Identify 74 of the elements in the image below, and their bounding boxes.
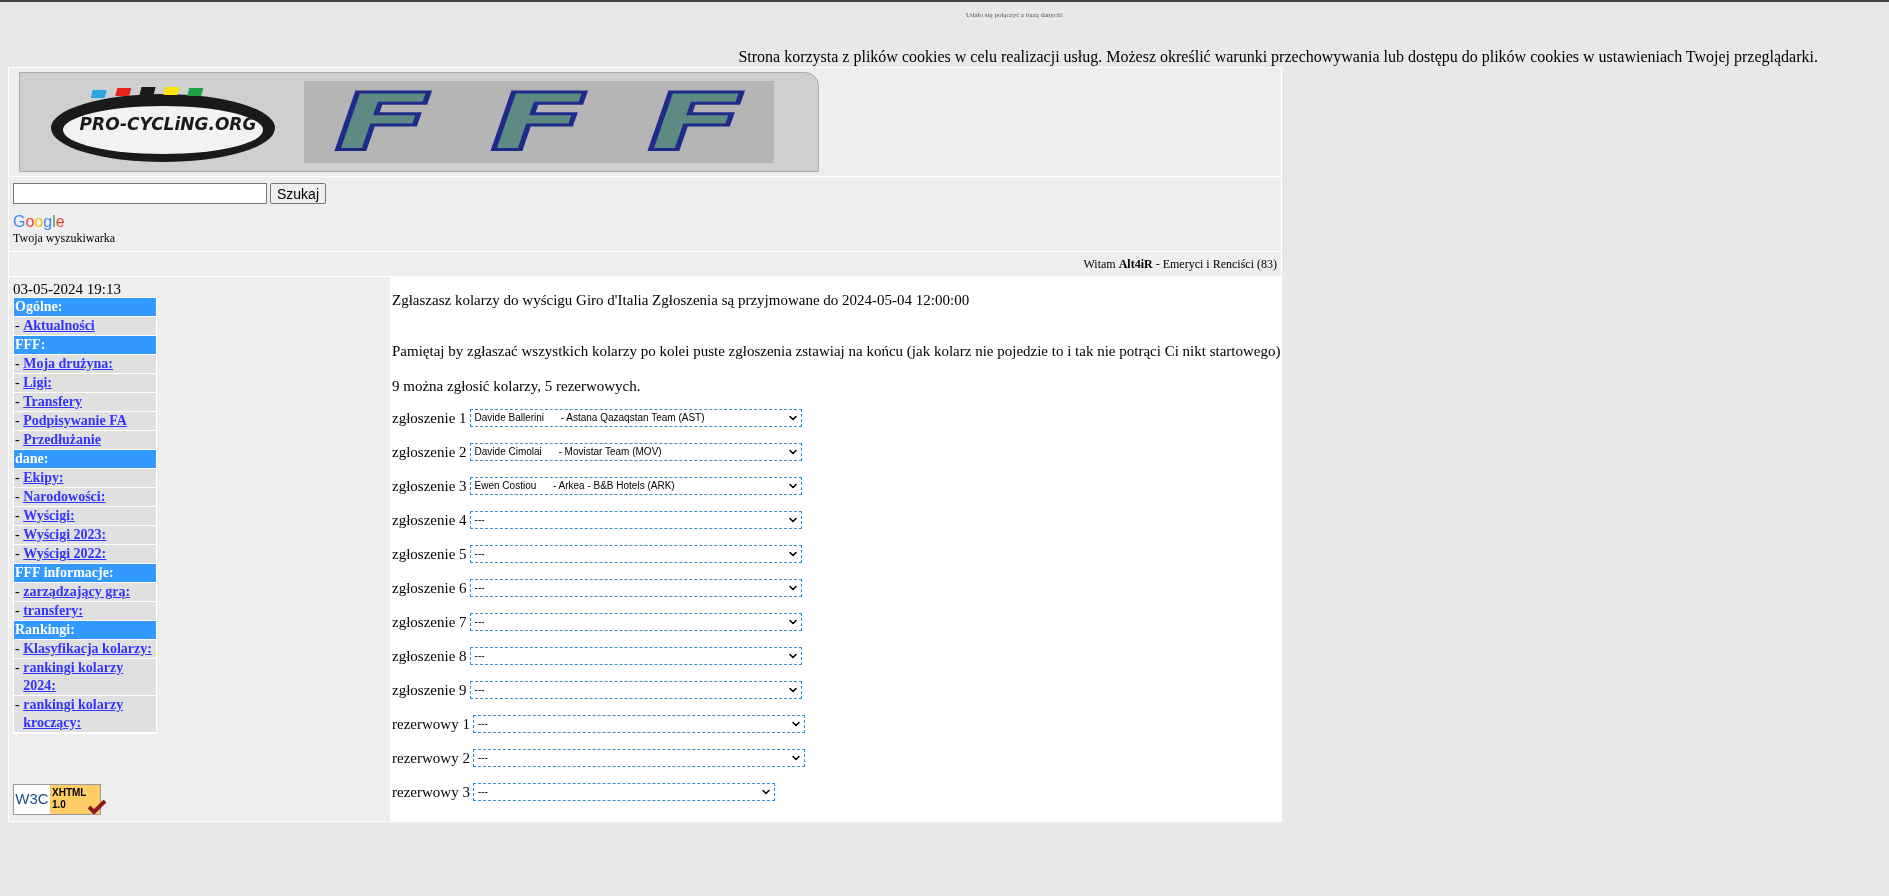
rider-dropdown[interactable]: --- [472, 748, 805, 767]
entry-label: zgłoszenie 1 [392, 408, 467, 427]
menu-bullet: - [15, 354, 21, 373]
entry-label: zgłoszenie 3 [392, 476, 467, 495]
menu-link[interactable]: Ekipy: [23, 468, 64, 487]
menu-bullet: - [15, 392, 21, 411]
rider-dropdown[interactable]: --- [472, 714, 805, 733]
menu-link[interactable]: zarządzający grą: [23, 582, 131, 601]
rider-dropdown[interactable]: --- [469, 578, 802, 597]
entry-label: rezerwowy 3 [392, 782, 470, 801]
menu-bullet: - [15, 468, 21, 487]
date-time: 03-05-2024 19:13 [13, 280, 122, 297]
menu-bullet: - [15, 525, 21, 544]
menu-link[interactable]: Narodowości: [23, 487, 106, 506]
rider-dropdown[interactable]: --- [469, 646, 802, 665]
check-icon [88, 799, 106, 814]
menu-link[interactable]: Aktualności [23, 316, 95, 335]
version-text: 1.0 [52, 799, 67, 811]
menu-link[interactable]: Transfery [23, 392, 82, 411]
intro-text: Zgłaszasz kolarzy do wyścigu Giro d'Italia Zgłoszenia są przyjmowane do 2024-05-04 12:00:00 [392, 290, 971, 309]
search-button[interactable]: Szukaj [270, 182, 327, 204]
rider-dropdown[interactable]: Ewen Costiou - Arkea - B&B Hotels (ARK) [469, 476, 802, 495]
menu-link[interactable]: Wyścigi 2023: [23, 525, 107, 544]
rider-dropdown[interactable]: --- [469, 510, 802, 529]
entry-label: zgłoszenie 5 [392, 544, 467, 563]
menu-bullet: - [15, 695, 21, 714]
standard-text: XHTML [52, 787, 88, 799]
welcome-text: Witam Alt4iR - Emeryci i Renciści (83) [1083, 255, 1277, 273]
letter-logo: F [491, 82, 587, 161]
entry-label: rezerwowy 2 [392, 748, 470, 767]
menu-section-header: Ogólne: [14, 297, 156, 317]
w3c-text: W3C [14, 788, 50, 809]
menu-link[interactable]: Wyścigi 2022: [23, 544, 107, 563]
google-logo: Google [13, 212, 65, 230]
rider-dropdown[interactable]: --- [472, 782, 775, 801]
menu-link[interactable]: rankingi kolarzy kroczący: [23, 695, 155, 732]
letter-logo: F [334, 82, 431, 161]
menu-link[interactable]: Klasyfikacja kolarzy: [23, 639, 152, 658]
rider-dropdown[interactable]: --- [469, 680, 802, 699]
menu-bullet: - [15, 373, 21, 392]
entry-label: zgłoszenie 6 [392, 578, 467, 597]
letter-logo: F [647, 82, 744, 161]
menu-link[interactable]: Podpisywanie FA [23, 411, 127, 430]
menu-bullet: - [15, 487, 21, 506]
menu-bullet: - [15, 411, 21, 430]
menu-bullet: - [15, 658, 21, 677]
entry-label: rezerwowy 1 [392, 714, 470, 733]
menu-bullet: - [15, 582, 21, 601]
entry-label: zgłoszenie 8 [392, 646, 467, 665]
menu-link[interactable]: transfery: [23, 601, 84, 620]
menu-link[interactable]: Wyścigi: [23, 506, 75, 525]
rider-dropdown[interactable]: --- [469, 612, 802, 631]
menu-bullet: - [15, 639, 21, 658]
entry-label: zgłoszenie 4 [392, 510, 467, 529]
menu-link[interactable]: Przedłużanie [23, 430, 101, 449]
cookie-notice: Strona korzysta z plików cookies w celu realizacji usług. Możesz określić warunki przechowywania lub dostępu do plików cookies w ustawieniach Twojej przeglądarki. [738, 46, 1818, 67]
search-caption: Twoja wyszukiwarka [13, 230, 117, 245]
menu-bullet: - [15, 316, 21, 335]
menu-link[interactable]: Moja drużyna: [23, 354, 113, 373]
rider-dropdown[interactable]: Davide Ballerini - Astana Qazaqstan Team (AST) [469, 408, 802, 427]
menu-bullet: - [15, 601, 21, 620]
entry-label: zgłoszenie 2 [392, 442, 467, 461]
menu-bullet: - [15, 430, 21, 449]
menu-link[interactable]: Ligi: [23, 373, 52, 392]
entry-label: zgłoszenie 9 [392, 680, 467, 699]
limits-text: 9 można zgłosić kolarzy, 5 rezerwowych. [392, 376, 642, 395]
search-field[interactable] [13, 182, 267, 204]
entry-label: zgłoszenie 7 [392, 612, 467, 631]
rider-dropdown[interactable]: --- [469, 544, 802, 563]
menu-link[interactable]: rankingi kolarzy 2024: [23, 658, 155, 695]
reminder-text: Pamiętaj by zgłaszać wszystkich kolarzy po kolei puste zgłoszenia zstawiaj na końcu (jak kolarz nie pojedzie to i tak nie potrąci Ci nikt startowego) [392, 341, 1281, 360]
menu-bullet: - [15, 506, 21, 525]
rider-dropdown[interactable]: Davide Cimolai - Movistar Team (MOV) [469, 442, 802, 461]
menu-bullet: - [15, 544, 21, 563]
